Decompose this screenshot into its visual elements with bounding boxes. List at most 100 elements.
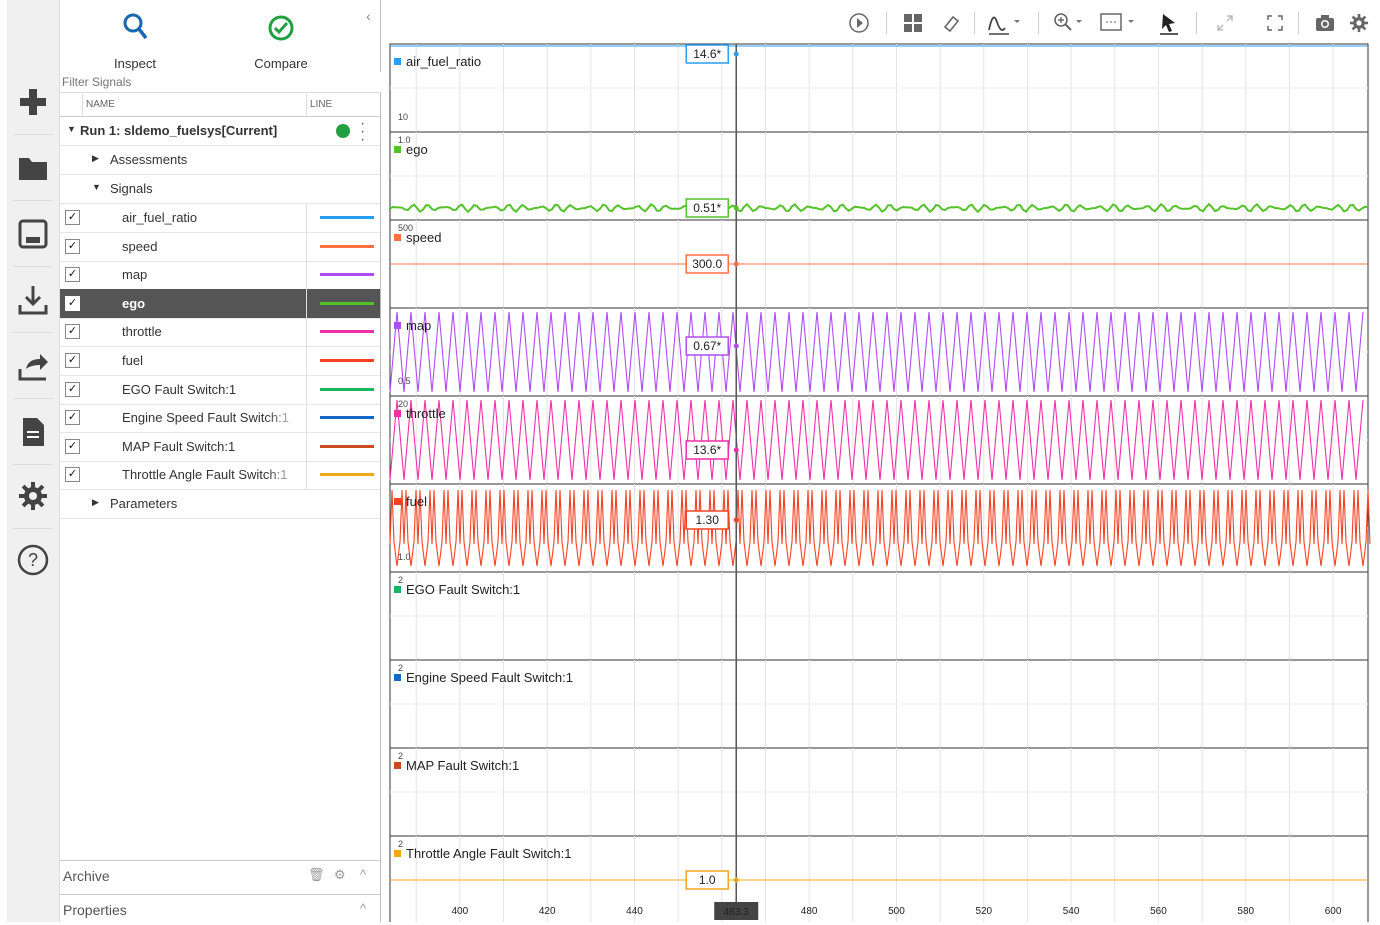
- cursor-value: 1.0: [699, 873, 716, 887]
- cursor-value: 300.0: [692, 257, 722, 271]
- help-icon[interactable]: ?: [7, 530, 59, 590]
- left-toolbar: ?: [7, 0, 60, 922]
- signal-name: Throttle Angle Fault Switch:1: [122, 467, 288, 483]
- y-tick-label: 2: [398, 575, 403, 585]
- collapse-panel-icon[interactable]: ‹: [366, 8, 371, 24]
- signal-name: throttle: [122, 324, 162, 340]
- signal-line-swatch[interactable]: [320, 387, 374, 391]
- signal-row[interactable]: ✓ map: [60, 260, 380, 291]
- signal-row[interactable]: ✓ ego: [60, 288, 380, 319]
- plus-icon[interactable]: [7, 72, 59, 132]
- signal-checkbox[interactable]: ✓: [65, 238, 80, 254]
- run-row[interactable]: ▼ Run 1: sldemo_fuelsys[Current] · · ·: [60, 116, 380, 148]
- signal-checkbox[interactable]: ✓: [65, 438, 80, 454]
- tab-compare-label: Compare: [254, 56, 308, 71]
- signal-row[interactable]: ✓ MAP Fault Switch:1: [60, 431, 380, 462]
- signal-row[interactable]: ✓ throttle: [60, 317, 380, 348]
- collapse-run-icon[interactable]: ▼: [67, 124, 76, 134]
- filter-signals-input[interactable]: [60, 72, 382, 93]
- archive-section[interactable]: Archive 🗑 ⚙ ^: [60, 860, 380, 891]
- signal-legend-marker: [394, 850, 401, 857]
- trash-icon[interactable]: 🗑: [308, 867, 325, 883]
- signal-plot-label: Engine Speed Fault Switch:1: [406, 670, 573, 685]
- expand-parameters-icon[interactable]: ▶: [92, 497, 99, 508]
- x-tick-label: 420: [539, 906, 556, 917]
- signal-row[interactable]: ✓ speed: [60, 231, 380, 262]
- signal-plots[interactable]: air_fuel_ratio10ego1.0speed500map0.5thro…: [382, 0, 1380, 922]
- signal-checkbox[interactable]: ✓: [65, 295, 80, 311]
- signal-name: EGO Fault Switch:1: [122, 381, 237, 397]
- signal-line-swatch[interactable]: [320, 216, 374, 219]
- tab-inspect-label: Inspect: [80, 56, 190, 77]
- signal-plot-label: air_fuel_ratio: [406, 54, 481, 69]
- signal-row[interactable]: ✓ Engine Speed Fault Switch:1: [60, 403, 380, 434]
- archive-settings-icon[interactable]: ⚙: [334, 867, 346, 883]
- signal-line-swatch[interactable]: [320, 244, 374, 248]
- x-tick-label: 600: [1325, 906, 1342, 917]
- signal-name: MAP Fault Switch:1: [122, 438, 236, 454]
- signal-checkbox[interactable]: ✓: [65, 467, 80, 483]
- settings-icon[interactable]: [7, 466, 59, 526]
- x-tick-label: 400: [452, 906, 469, 917]
- tab-compare[interactable]: Compare: [226, 8, 336, 71]
- signal-checkbox[interactable]: ✓: [65, 410, 80, 426]
- group-assessments[interactable]: ▶ Assessments: [60, 145, 380, 175]
- run-menu-icon[interactable]: · · ·: [360, 116, 365, 148]
- share-icon[interactable]: [7, 336, 59, 396]
- signal-checkbox[interactable]: ✓: [65, 210, 80, 225]
- signal-plot-label: map: [406, 318, 431, 333]
- signal-row[interactable]: ✓ EGO Fault Switch:1: [60, 374, 380, 405]
- x-tick-label: 480: [801, 906, 818, 917]
- signal-row[interactable]: ✓ fuel: [60, 346, 380, 376]
- search-icon: [123, 13, 148, 40]
- y-tick-label: 10: [398, 112, 408, 122]
- cursor-value: 13.6*: [693, 443, 721, 457]
- chevron-up-icon[interactable]: ^: [360, 901, 366, 916]
- expand-assessments-icon[interactable]: ▶: [92, 153, 99, 164]
- document-icon[interactable]: [7, 402, 59, 462]
- check-circle-icon: [268, 15, 294, 41]
- line-column-header[interactable]: LINE: [310, 99, 332, 110]
- signal-row[interactable]: ✓ Throttle Angle Fault Switch:1: [60, 460, 380, 491]
- signal-line-swatch[interactable]: [320, 359, 374, 362]
- x-tick-label: 540: [1063, 906, 1080, 917]
- group-signals-label: Signals: [110, 181, 153, 196]
- signal-row[interactable]: ✓ air_fuel_ratio: [60, 203, 380, 233]
- cursor-marker: [733, 343, 739, 349]
- save-icon[interactable]: [7, 204, 59, 264]
- name-column-header[interactable]: NAME: [86, 99, 115, 110]
- plot-area: air_fuel_ratio 10 ego 1.0 speed 500 map 0.5 thro…: [382, 0, 1380, 922]
- signal-name: fuel: [122, 353, 143, 368]
- group-signals[interactable]: ▼ Signals: [60, 174, 380, 204]
- group-assessments-label: Assessments: [110, 152, 188, 167]
- signal-checkbox[interactable]: ✓: [65, 353, 80, 368]
- cursor-value: 0.51*: [693, 201, 721, 215]
- chevron-up-icon[interactable]: ^: [360, 867, 366, 882]
- y-tick-label: 500: [398, 223, 413, 233]
- cursor-marker: [733, 261, 739, 267]
- signal-line-swatch[interactable]: [320, 330, 374, 334]
- svg-text:?: ?: [28, 550, 38, 570]
- properties-section[interactable]: Properties ^: [60, 894, 380, 925]
- signal-legend-marker: [394, 674, 401, 681]
- signal-checkbox[interactable]: ✓: [65, 324, 80, 340]
- download-icon[interactable]: [7, 270, 59, 330]
- tab-inspect[interactable]: Inspect: [80, 8, 190, 77]
- signal-line-swatch[interactable]: [320, 273, 374, 277]
- folder-icon[interactable]: [7, 138, 59, 198]
- y-tick-label: 2: [398, 751, 403, 761]
- signal-name: Engine Speed Fault Switch:1: [122, 410, 289, 426]
- signal-line-swatch[interactable]: [320, 444, 374, 448]
- x-tick-label: 520: [975, 906, 992, 917]
- archive-label: Archive: [63, 868, 110, 884]
- group-parameters[interactable]: ▶ Parameters: [60, 489, 380, 519]
- cursor-value: 14.6*: [693, 47, 721, 61]
- signal-line-swatch[interactable]: [320, 416, 374, 420]
- signal-checkbox[interactable]: ✓: [65, 267, 80, 283]
- signal-name: map: [122, 267, 148, 283]
- signal-checkbox[interactable]: ✓: [65, 381, 80, 397]
- collapse-signals-icon[interactable]: ▼: [92, 182, 101, 192]
- signal-line-swatch[interactable]: [320, 301, 374, 305]
- signal-plot-label: MAP Fault Switch:1: [406, 758, 519, 773]
- signal-line-swatch[interactable]: [320, 473, 374, 477]
